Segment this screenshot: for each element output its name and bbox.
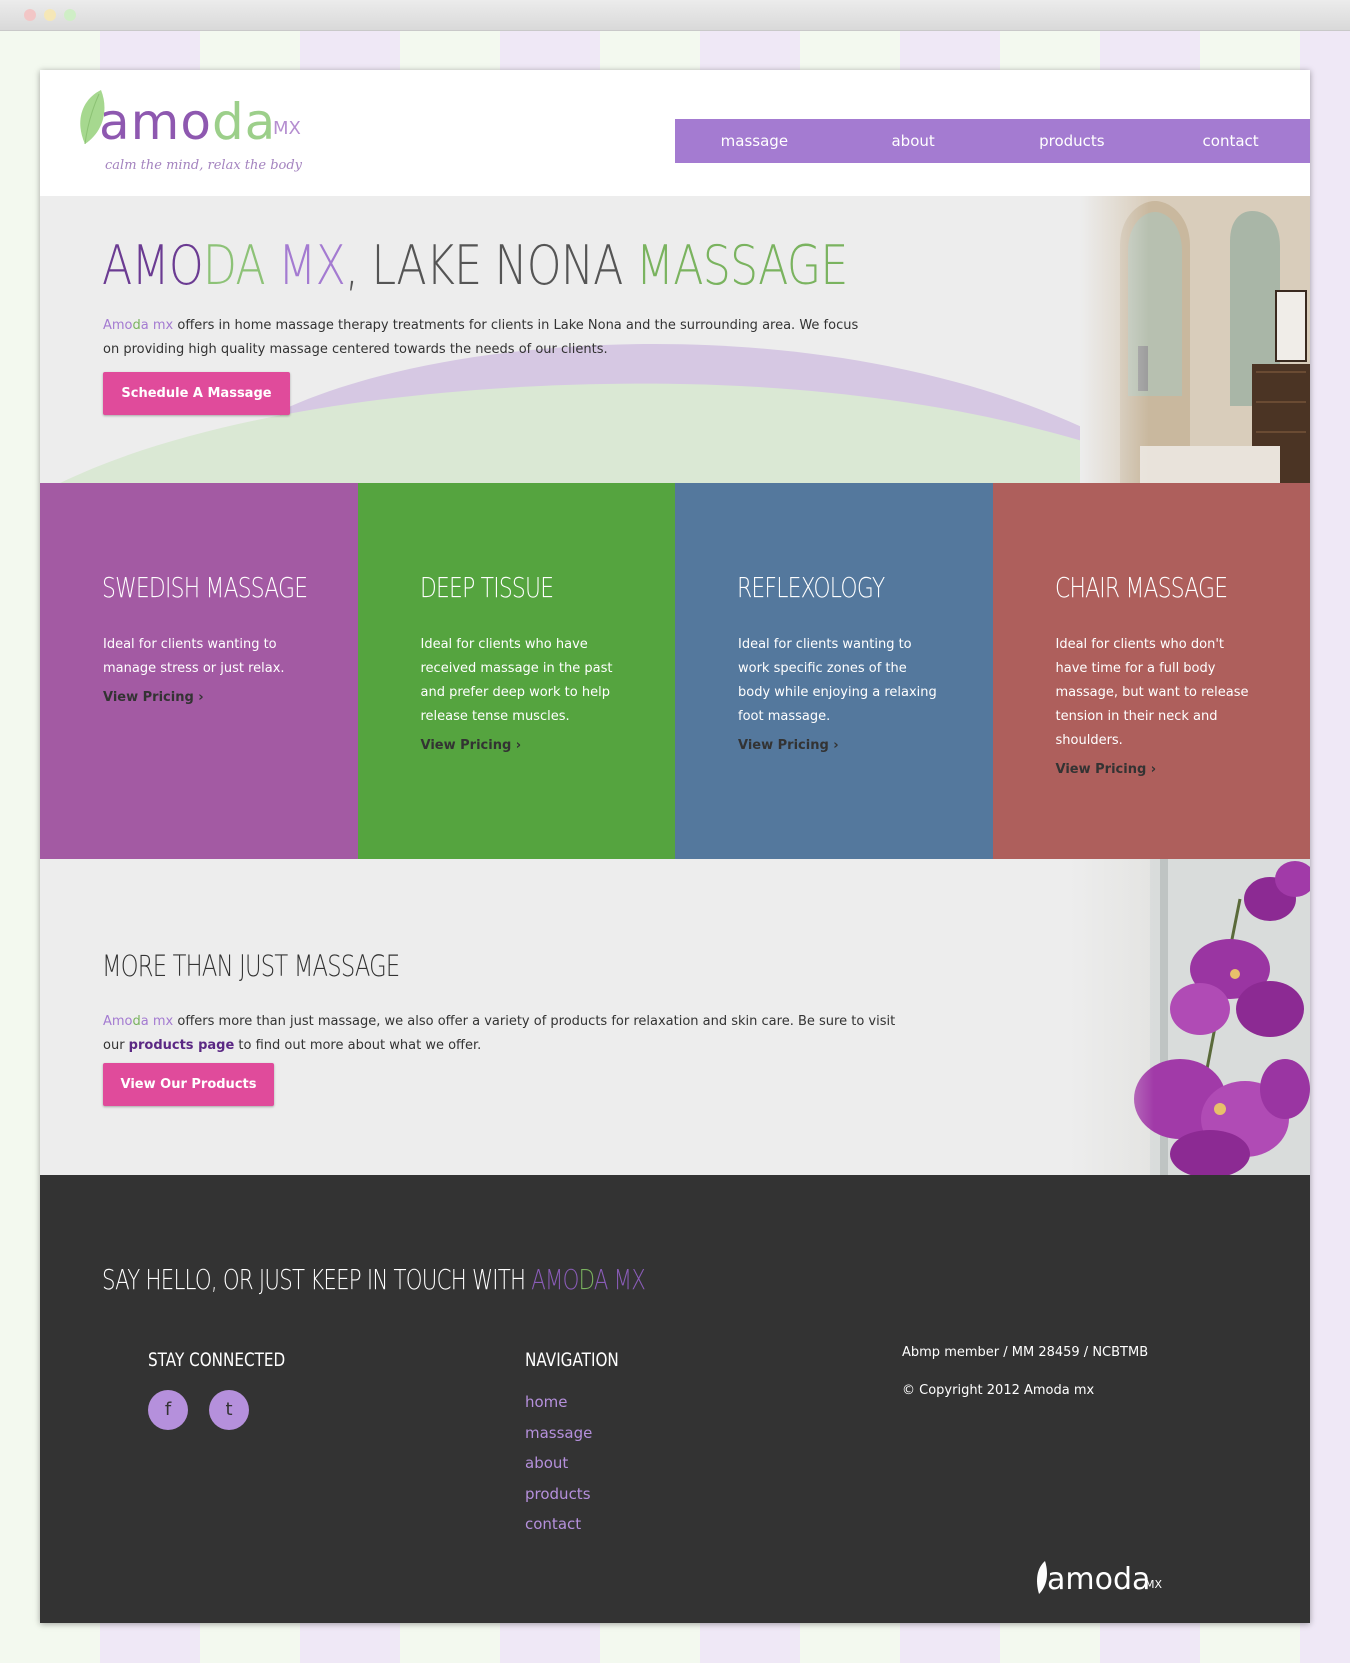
- schedule-massage-button[interactable]: Schedule A Massage: [103, 372, 290, 415]
- maximize-dot[interactable]: [64, 9, 76, 21]
- footer-logo-word: amoda: [1047, 1562, 1151, 1597]
- hero-title: AMODA MX, LAKE NONA MASSAGE: [102, 234, 848, 297]
- browser-chrome: [0, 0, 1350, 31]
- hero: AMODA MX, LAKE NONA MASSAGE Amoda mx off…: [40, 196, 1310, 483]
- site-logo[interactable]: amoda MX calm the mind, relax the body: [75, 88, 315, 183]
- room-photo: [1080, 196, 1310, 483]
- navigation-heading: NAVIGATION: [525, 1349, 619, 1371]
- service-description: Ideal for clients wanting to manage stre…: [103, 637, 285, 676]
- service-title: CHAIR MASSAGE: [1054, 571, 1228, 604]
- footer-nav: home massage about products contact: [525, 1387, 592, 1540]
- membership-info: Abmp member / MM 28459 / NCBTMB: [902, 1345, 1149, 1360]
- view-pricing-link[interactable]: View Pricing ›: [103, 690, 204, 705]
- footer-logo-mx: MX: [1145, 1578, 1163, 1591]
- service-title: REFLEXOLOGY: [737, 571, 885, 604]
- main-nav: massage about products contact: [675, 119, 1310, 163]
- stay-connected-heading: STAY CONNECTED: [148, 1349, 286, 1371]
- service-chair: CHAIR MASSAGE Ideal for clients who don'…: [992, 483, 1310, 859]
- minimize-dot[interactable]: [44, 9, 56, 21]
- service-description: Ideal for clients who have received mass…: [420, 637, 613, 724]
- view-products-button[interactable]: View Our Products: [103, 1063, 274, 1106]
- close-dot[interactable]: [24, 9, 36, 21]
- services: SWEDISH MASSAGE Ideal for clients wantin…: [40, 483, 1310, 859]
- logo-tagline: calm the mind, relax the body: [105, 158, 303, 173]
- more-description: Amoda mx offers more than just massage, …: [103, 1014, 896, 1053]
- service-reflexology: REFLEXOLOGY Ideal for clients wanting to…: [675, 483, 993, 859]
- service-description: Ideal for clients who don't have time fo…: [1055, 637, 1249, 748]
- nav-about[interactable]: about: [834, 119, 993, 163]
- view-pricing-link[interactable]: View Pricing ›: [421, 738, 522, 753]
- more-title: MORE THAN JUST MASSAGE: [102, 949, 400, 983]
- logo-wordmark: amoda: [99, 93, 277, 151]
- nav-products[interactable]: products: [993, 119, 1152, 163]
- page: amoda MX calm the mind, relax the body m…: [40, 70, 1310, 1623]
- service-swedish: SWEDISH MASSAGE Ideal for clients wantin…: [40, 483, 358, 859]
- footer-nav-contact[interactable]: contact: [525, 1509, 592, 1540]
- products-page-link[interactable]: products page: [129, 1038, 235, 1053]
- footer-nav-about[interactable]: about: [525, 1448, 592, 1479]
- footer-title: SAY HELLO, OR JUST KEEP IN TOUCH WITH AM…: [102, 1263, 646, 1296]
- orchid-photo: [1070, 859, 1310, 1175]
- service-deep-tissue: DEEP TISSUE Ideal for clients who have r…: [357, 483, 675, 859]
- footer-nav-home[interactable]: home: [525, 1387, 592, 1418]
- service-description: Ideal for clients wanting to work specif…: [738, 637, 937, 724]
- copyright: © Copyright 2012 Amoda mx: [902, 1383, 1095, 1398]
- nav-massage[interactable]: massage: [675, 119, 834, 163]
- view-pricing-link[interactable]: View Pricing ›: [1056, 762, 1157, 777]
- logo-mx: MX: [273, 118, 301, 139]
- footer-nav-massage[interactable]: massage: [525, 1418, 592, 1449]
- hero-description: Amoda mx offers in home massage therapy …: [103, 318, 859, 357]
- service-title: DEEP TISSUE: [419, 571, 554, 604]
- footer-nav-products[interactable]: products: [525, 1479, 592, 1510]
- header: amoda MX calm the mind, relax the body m…: [40, 70, 1310, 196]
- footer: SAY HELLO, OR JUST KEEP IN TOUCH WITH AM…: [40, 1175, 1310, 1623]
- nav-contact[interactable]: contact: [1151, 119, 1310, 163]
- service-title: SWEDISH MASSAGE: [102, 571, 308, 604]
- view-pricing-link[interactable]: View Pricing ›: [738, 738, 839, 753]
- more-section: MORE THAN JUST MASSAGE Amoda mx offers m…: [40, 859, 1310, 1175]
- twitter-icon[interactable]: t: [209, 1390, 249, 1430]
- facebook-icon[interactable]: f: [148, 1390, 188, 1430]
